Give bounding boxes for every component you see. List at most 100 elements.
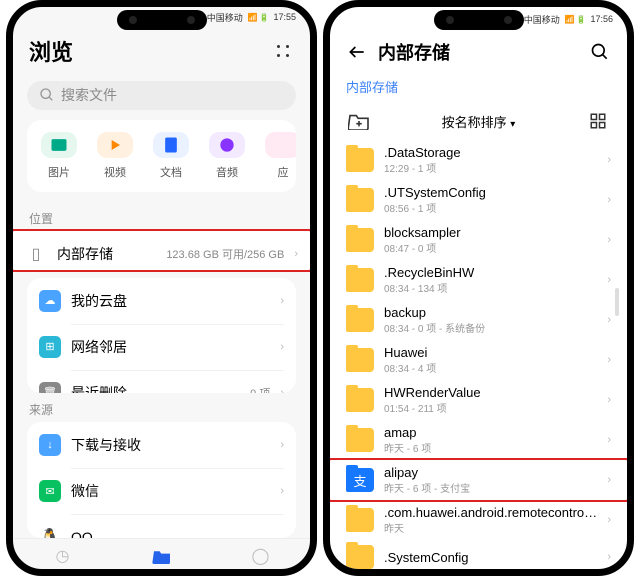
header: 浏览 <box>13 27 310 75</box>
folder-list: .DataStorage 12:29 - 1 项 › .UTSystemConf… <box>330 140 627 569</box>
chevron-down-icon: ▾ <box>510 119 515 130</box>
chevron-right-icon: › <box>607 274 611 286</box>
folder-name: .DataStorage <box>384 145 597 160</box>
category-images[interactable]: 图片 <box>31 132 87 181</box>
folder-meta: 08:47 - 0 项 <box>384 240 597 255</box>
nav-browse-icon[interactable] <box>151 545 173 567</box>
category-video[interactable]: 视频 <box>87 132 143 181</box>
folder-meta: 08:34 - 4 项 <box>384 360 597 375</box>
folder-icon <box>346 308 374 332</box>
search-placeholder: 搜索文件 <box>61 85 117 105</box>
folder-row[interactable]: Huawei 08:34 - 4 项 › <box>330 340 627 380</box>
search-input[interactable]: 搜索文件 <box>27 81 296 109</box>
folder-meta: 08:56 - 1 项 <box>384 200 597 215</box>
cloud-icon: ☁ <box>39 290 61 312</box>
clock: 17:56 <box>590 14 613 24</box>
folder-meta: 01:54 - 211 项 <box>384 400 597 415</box>
chevron-right-icon: › <box>280 341 284 353</box>
folder-row[interactable]: backup 08:34 - 0 项 - 系统备份 › <box>330 300 627 340</box>
folder-row[interactable]: .com.huawei.android.remotecontroller 昨天 … <box>330 500 627 540</box>
chevron-right-icon: › <box>607 194 611 206</box>
carrier: 中国移动 <box>207 11 243 24</box>
recent-delete-row[interactable]: 🗑 最近删除 0 项 › <box>27 370 296 394</box>
search-icon[interactable] <box>589 41 611 63</box>
folder-row[interactable]: .RecycleBinHW 08:34 - 134 项 › <box>330 260 627 300</box>
chevron-right-icon: › <box>280 295 284 307</box>
page-title: 浏览 <box>29 35 262 67</box>
folder-meta: 08:34 - 134 项 <box>384 280 597 295</box>
menu-grid-icon[interactable] <box>272 40 294 62</box>
category-row: 图片 视频 文档 音频 应 <box>27 120 296 193</box>
folder-row[interactable]: blocksampler 08:47 - 0 项 › <box>330 220 627 260</box>
folder-name: .SystemConfig <box>384 550 597 565</box>
folder-meta: 昨天 - 6 项 - 支付宝 <box>384 480 597 495</box>
folder-row[interactable]: .SystemConfig › <box>330 540 627 569</box>
carrier: 中国移动 <box>524 13 560 26</box>
folder-icon <box>346 508 374 532</box>
category-audio[interactable]: 音频 <box>199 132 255 181</box>
breadcrumb[interactable]: 内部存储 <box>330 73 627 104</box>
category-apps[interactable]: 应 <box>255 132 296 181</box>
storage-progress <box>57 271 250 272</box>
folder-row[interactable]: .DataStorage 12:29 - 1 项 › <box>330 140 627 180</box>
folder-row[interactable]: .UTSystemConfig 08:56 - 1 项 › <box>330 180 627 220</box>
category-docs[interactable]: 文档 <box>143 132 199 181</box>
chevron-right-icon: › <box>607 394 611 406</box>
nav-recent-icon[interactable]: ◷ <box>52 545 74 567</box>
folder-name: .com.huawei.android.remotecontroller <box>384 505 597 520</box>
folder-meta: 昨天 - 6 项 <box>384 440 597 455</box>
chevron-right-icon: › <box>607 514 611 526</box>
folder-row[interactable]: HWRenderValue 01:54 - 211 项 › <box>330 380 627 420</box>
view-grid-icon[interactable] <box>585 110 611 132</box>
section-location: 位置 <box>13 202 310 231</box>
folder-row[interactable]: alipay 昨天 - 6 项 - 支付宝 › <box>330 458 627 502</box>
nav-me-icon[interactable]: ◯ <box>250 545 272 567</box>
chevron-right-icon: › <box>607 354 611 366</box>
folder-row[interactable]: amap 昨天 - 6 项 › <box>330 420 627 460</box>
new-folder-icon[interactable] <box>346 110 372 132</box>
bottom-nav: ◷ ◯ <box>13 538 310 569</box>
chevron-right-icon: › <box>607 234 611 246</box>
storage-detail: 123.68 GB 可用/256 GB <box>166 246 284 262</box>
phone-right: 中国移动 📶 🔋 17:56 内部存储 内部存储 按名称排序 ▾ .DataSt… <box>323 0 634 576</box>
chevron-right-icon: › <box>294 248 298 260</box>
alipay-icon <box>346 468 374 492</box>
folder-name: blocksampler <box>384 225 597 240</box>
download-row[interactable]: ↓ 下载与接收 › <box>27 422 296 468</box>
chevron-right-icon: › <box>607 551 611 563</box>
internal-storage-row[interactable]: ▯ 内部存储 123.68 GB 可用/256 GB › <box>13 231 310 272</box>
folder-icon <box>346 268 374 292</box>
folder-name: .UTSystemConfig <box>384 185 597 200</box>
folder-icon <box>346 148 374 172</box>
network-icon: ⊞ <box>39 336 61 358</box>
folder-icon <box>346 545 374 569</box>
chevron-right-icon: › <box>280 387 284 394</box>
page-title: 内部存储 <box>378 39 579 65</box>
network-row[interactable]: ⊞ 网络邻居 › <box>27 324 296 370</box>
folder-name: alipay <box>384 465 597 480</box>
sort-button[interactable]: 按名称排序 ▾ <box>380 112 577 131</box>
folder-icon <box>346 228 374 252</box>
status-indicators: 📶 🔋 <box>248 13 269 22</box>
storage-label: 内部存储 <box>57 244 156 264</box>
folder-name: .RecycleBinHW <box>384 265 597 280</box>
folder-name: Huawei <box>384 345 597 360</box>
trash-icon: 🗑 <box>39 382 61 394</box>
cloud-drive-row[interactable]: ☁ 我的云盘 › <box>27 278 296 324</box>
chevron-right-icon: › <box>607 474 611 486</box>
phone-left: 中国移动 📶 🔋 17:55 浏览 搜索文件 图片 视频 文档 音频 应 位置 … <box>6 0 317 576</box>
chevron-right-icon: › <box>607 434 611 446</box>
folder-icon <box>346 348 374 372</box>
section-sources: 来源 <box>13 393 310 422</box>
folder-name: amap <box>384 425 597 440</box>
back-icon[interactable] <box>346 41 368 63</box>
folder-name: HWRenderValue <box>384 385 597 400</box>
folder-icon <box>346 188 374 212</box>
folder-meta: 08:34 - 0 项 - 系统备份 <box>384 320 597 335</box>
status-indicators: 📶 🔋 <box>565 15 586 24</box>
wechat-row[interactable]: ✉ 微信 › <box>27 468 296 514</box>
chevron-right-icon: › <box>280 439 284 451</box>
header: 内部存储 <box>330 31 627 73</box>
scrollbar[interactable] <box>615 288 619 316</box>
qq-row[interactable]: 🐧 QQ <box>27 514 296 538</box>
